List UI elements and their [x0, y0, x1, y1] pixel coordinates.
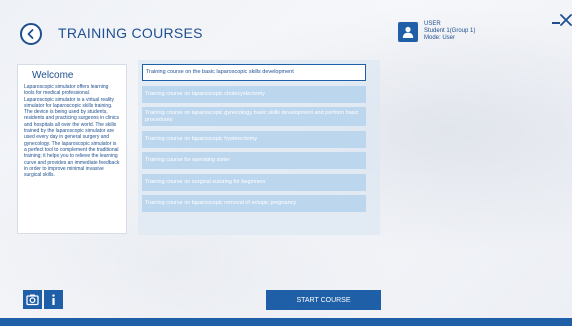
user-avatar-icon: [398, 22, 418, 42]
course-item[interactable]: Training course on laparoscopic hysterec…: [142, 130, 366, 148]
welcome-text: Laparoscopic simulator offers learning t…: [24, 84, 120, 179]
minimize-button[interactable]: [552, 22, 560, 24]
camera-button[interactable]: [23, 290, 42, 309]
welcome-panel: Welcome Laparoscopic simulator offers le…: [17, 64, 127, 234]
bottom-bar: [0, 318, 572, 326]
close-icon: [560, 14, 572, 26]
info-button[interactable]: [44, 290, 63, 309]
course-list: Training course on the basic laparoscopi…: [138, 60, 380, 235]
course-item[interactable]: Training course on surgical suturing for…: [142, 173, 366, 191]
info-icon: [52, 294, 55, 305]
welcome-title: Welcome: [32, 70, 74, 81]
user-name: Student 1(Group 1): [424, 28, 476, 34]
course-item[interactable]: Training course on laparoscopic removal …: [142, 195, 366, 212]
course-item[interactable]: Training course on laparoscopic cholecys…: [142, 85, 366, 103]
user-role: USER: [424, 21, 441, 27]
user-info: USER Student 1(Group 1) Mode: User: [398, 21, 476, 42]
arrow-left-circle-icon: [27, 29, 34, 39]
course-item[interactable]: Training course on the basic laparoscopi…: [142, 64, 366, 81]
course-item[interactable]: Training course on laparoscopic gynecolo…: [142, 107, 366, 126]
camera-icon: [26, 294, 39, 306]
back-button[interactable]: [20, 23, 42, 45]
start-course-button[interactable]: START COURSE: [266, 290, 381, 310]
course-item[interactable]: Training course for operating sister: [142, 152, 366, 169]
close-button[interactable]: [560, 13, 572, 26]
page-title: TRAINING COURSES: [58, 25, 203, 41]
user-mode: Mode: User: [424, 35, 456, 41]
